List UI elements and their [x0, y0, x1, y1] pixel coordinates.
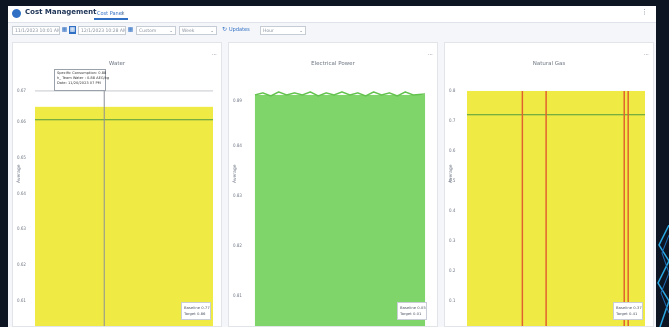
refresh-icon[interactable]: ↻	[221, 26, 228, 34]
natural-gas-bars	[467, 90, 645, 326]
panel-menu-icon[interactable]: ⋯	[212, 52, 217, 58]
tab-cost-panel[interactable]: Cost Panel ×	[94, 9, 128, 20]
tab-label: Cost Panel	[97, 11, 124, 17]
interval-value: Hour	[263, 29, 274, 34]
background-wireframe	[657, 225, 669, 327]
tooltip-line: Date: 11/20/2023 07 PM	[57, 81, 101, 86]
legend-item-baseline: Baseline 0.05	[400, 305, 426, 310]
filter-toolbar: 11/1/2023 10:01 AM ▦ ▦ 12/1/2023 10:28 A…	[8, 23, 656, 39]
chart-legend: Baseline 0.37 Target 0.41	[613, 302, 643, 320]
app-title: Cost Management	[25, 8, 97, 16]
electrical-power-chart[interactable]	[251, 87, 429, 326]
y-tick: 0.62	[17, 262, 26, 267]
chevron-down-icon: ⌄	[169, 29, 173, 34]
panel-title: Water	[108, 61, 126, 67]
chart-legend: Baseline 0.05 Target 0.01	[397, 302, 427, 320]
close-icon[interactable]: ×	[121, 9, 125, 20]
y-tick: 0.82	[233, 243, 242, 248]
cost-management-icon	[12, 9, 21, 18]
y-tick: 0.65	[17, 155, 26, 160]
y-tick: 0.5	[449, 178, 456, 183]
calendar-icon[interactable]: ▦	[127, 26, 134, 34]
natural-gas-panel: Natural Gas ⋯ Average 0.8 0.7 0.6 0.5 0.…	[444, 42, 654, 327]
period-select[interactable]: Week ⌄	[179, 26, 217, 35]
date-range-icon[interactable]: ▦	[69, 26, 76, 34]
y-tick: 0.61	[17, 298, 26, 303]
electrical-power-bars	[254, 91, 426, 326]
water-bars-fill	[35, 106, 213, 326]
updates-label: Updates	[229, 27, 250, 33]
chevron-down-icon: ⌄	[299, 29, 303, 34]
y-tick: 0.6	[449, 148, 456, 153]
legend-item-target: Target 0.86	[184, 311, 206, 316]
y-tick: 0.63	[17, 226, 26, 231]
water-bars	[35, 87, 213, 326]
y-tick: 0.83	[233, 193, 242, 198]
y-tick: 0.4	[449, 208, 456, 213]
legend-item-target: Target 0.41	[616, 311, 638, 316]
y-tick: 0.66	[17, 119, 26, 124]
y-tick: 0.89	[233, 98, 242, 103]
more-options-icon[interactable]: ⋮	[641, 8, 648, 16]
water-chart[interactable]	[35, 87, 213, 326]
electrical-power-panel: Electrical Power ⋯ Average 0.89 0.84 0.8…	[228, 42, 438, 327]
y-tick: 0.84	[233, 143, 242, 148]
y-tick: 0.2	[449, 268, 456, 273]
panel-menu-icon[interactable]: ⋯	[428, 52, 433, 58]
y-axis-label: Average	[233, 164, 238, 183]
water-panel: Water ⋯ Average 0.67 0.66 0.65 0.64 0.63…	[12, 42, 222, 327]
natural-gas-bars-fill	[467, 90, 645, 326]
y-tick: 0.1	[449, 298, 456, 303]
calendar-icon[interactable]: ▦	[61, 26, 68, 34]
interval-select[interactable]: Hour ⌄	[260, 26, 306, 35]
panel-title: Natural Gas	[532, 61, 566, 67]
y-tick: 0.67	[17, 88, 26, 93]
start-date-input[interactable]: 11/1/2023 10:01 AM	[12, 26, 60, 35]
y-tick: 0.7	[449, 118, 456, 123]
electrical-power-bars-fill	[254, 94, 426, 326]
natural-gas-chart[interactable]	[467, 87, 645, 326]
cost-management-window: Cost Management Cost Panel × ⋮ 11/1/2023…	[8, 6, 656, 327]
y-tick: 0.8	[449, 88, 456, 93]
period-value: Week	[182, 29, 195, 34]
legend-item-baseline: Baseline 0.37	[616, 305, 642, 310]
panel-title: Electrical Power	[311, 61, 355, 67]
y-axis-label: Average	[17, 164, 22, 183]
legend-item-baseline: Baseline 0.77	[184, 305, 210, 310]
y-tick: 0.64	[17, 191, 26, 196]
y-tick: 0.81	[233, 293, 242, 298]
chart-legend: Baseline 0.77 Target 0.86	[181, 302, 211, 320]
range-value: Custom	[139, 29, 157, 34]
y-tick: 0.3	[449, 238, 456, 243]
end-date-input[interactable]: 12/1/2023 10:28 AM	[78, 26, 126, 35]
range-select[interactable]: Custom ⌄	[136, 26, 176, 35]
panel-menu-icon[interactable]: ⋯	[644, 52, 649, 58]
legend-item-target: Target 0.01	[400, 311, 422, 316]
chevron-down-icon: ⌄	[210, 29, 214, 34]
app-header: Cost Management Cost Panel × ⋮	[8, 6, 656, 23]
data-tooltip: Specific Consumption: 0.88 h_ Team Water…	[54, 69, 109, 91]
